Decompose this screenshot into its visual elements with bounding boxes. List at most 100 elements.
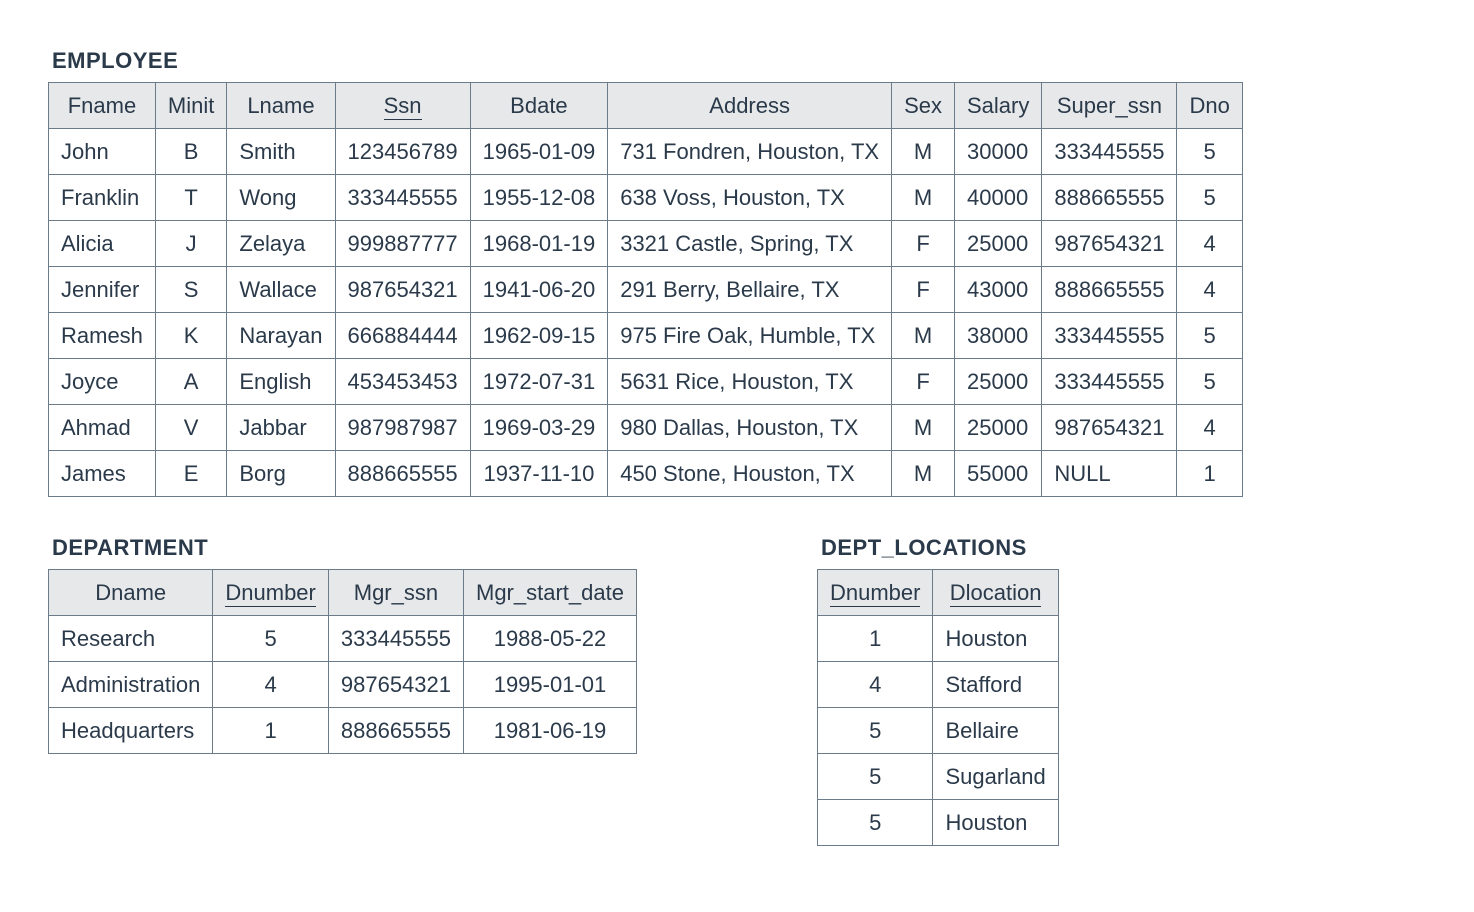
table-row: FranklinTWong3334455551955-12-08638 Voss… — [49, 175, 1243, 221]
table-cell: F — [892, 221, 955, 267]
dept-locations-header: Dlocation — [933, 570, 1058, 616]
table-cell: 1965-01-09 — [470, 129, 608, 175]
table-cell: V — [155, 405, 226, 451]
table-cell: 5631 Rice, Houston, TX — [608, 359, 892, 405]
table-cell: 5 — [1177, 359, 1242, 405]
table-cell: 1 — [817, 616, 932, 662]
table-cell: Headquarters — [49, 708, 213, 754]
table-cell: 5 — [1177, 313, 1242, 359]
table-cell: 987987987 — [335, 405, 470, 451]
table-cell: 40000 — [955, 175, 1042, 221]
table-cell: 291 Berry, Bellaire, TX — [608, 267, 892, 313]
table-cell: 987654321 — [335, 267, 470, 313]
table-row: 5Houston — [817, 800, 1058, 846]
table-row: JamesEBorg8886655551937-11-10450 Stone, … — [49, 451, 1243, 497]
table-cell: Bellaire — [933, 708, 1058, 754]
table-cell: K — [155, 313, 226, 359]
table-cell: Borg — [227, 451, 335, 497]
table-cell: A — [155, 359, 226, 405]
table-row: JenniferSWallace9876543211941-06-20291 B… — [49, 267, 1243, 313]
table-row: AliciaJZelaya9998877771968-01-193321 Cas… — [49, 221, 1243, 267]
table-cell: 980 Dallas, Houston, TX — [608, 405, 892, 451]
table-cell: Stafford — [933, 662, 1058, 708]
table-cell: Jabbar — [227, 405, 335, 451]
table-cell: M — [892, 451, 955, 497]
table-cell: 333445555 — [1042, 359, 1177, 405]
table-cell: 888665555 — [328, 708, 463, 754]
department-table: DnameDnumberMgr_ssnMgr_start_dateResearc… — [48, 569, 637, 754]
employee-table: FnameMinitLnameSsnBdateAddressSexSalaryS… — [48, 82, 1243, 497]
table-row: JohnBSmith1234567891965-01-09731 Fondren… — [49, 129, 1243, 175]
dept-locations-table: DnumberDlocation1Houston4Stafford5Bellai… — [817, 569, 1059, 846]
employee-header: Salary — [955, 83, 1042, 129]
employee-header: Fname — [49, 83, 156, 129]
table-cell: 333445555 — [335, 175, 470, 221]
table-cell: 5 — [817, 754, 932, 800]
employee-header: Super_ssn — [1042, 83, 1177, 129]
table-cell: 1969-03-29 — [470, 405, 608, 451]
department-header: Mgr_ssn — [328, 570, 463, 616]
table-cell: 1937-11-10 — [470, 451, 608, 497]
table-cell: 5 — [213, 616, 328, 662]
table-cell: J — [155, 221, 226, 267]
table-cell: Ramesh — [49, 313, 156, 359]
department-header: Mgr_start_date — [464, 570, 637, 616]
table-cell: Wong — [227, 175, 335, 221]
table-cell: F — [892, 359, 955, 405]
table-row: Administration49876543211995-01-01 — [49, 662, 637, 708]
table-cell: 4 — [1177, 405, 1242, 451]
table-row: Headquarters18886655551981-06-19 — [49, 708, 637, 754]
table-cell: 975 Fire Oak, Humble, TX — [608, 313, 892, 359]
table-row: Research53334455551988-05-22 — [49, 616, 637, 662]
table-cell: Houston — [933, 616, 1058, 662]
dept-locations-header: Dnumber — [817, 570, 932, 616]
table-cell: 1988-05-22 — [464, 616, 637, 662]
table-cell: Jennifer — [49, 267, 156, 313]
table-cell: John — [49, 129, 156, 175]
table-cell: Research — [49, 616, 213, 662]
table-row: AhmadVJabbar9879879871969-03-29980 Dalla… — [49, 405, 1243, 451]
table-cell: Alicia — [49, 221, 156, 267]
table-cell: 1972-07-31 — [470, 359, 608, 405]
table-cell: 888665555 — [335, 451, 470, 497]
table-cell: 1 — [213, 708, 328, 754]
table-cell: 731 Fondren, Houston, TX — [608, 129, 892, 175]
table-cell: 450 Stone, Houston, TX — [608, 451, 892, 497]
table-cell: 25000 — [955, 359, 1042, 405]
table-cell: English — [227, 359, 335, 405]
table-cell: 25000 — [955, 405, 1042, 451]
employee-header: Lname — [227, 83, 335, 129]
table-cell: 1955-12-08 — [470, 175, 608, 221]
table-cell: 5 — [817, 708, 932, 754]
table-cell: 123456789 — [335, 129, 470, 175]
table-cell: M — [892, 175, 955, 221]
table-cell: B — [155, 129, 226, 175]
table-cell: M — [892, 129, 955, 175]
table-cell: Joyce — [49, 359, 156, 405]
employee-header: Ssn — [335, 83, 470, 129]
table-row: RameshKNarayan6668844441962-09-15975 Fir… — [49, 313, 1243, 359]
table-cell: 4 — [1177, 221, 1242, 267]
table-cell: Ahmad — [49, 405, 156, 451]
table-cell: 333445555 — [328, 616, 463, 662]
table-cell: 1941-06-20 — [470, 267, 608, 313]
department-header: Dnumber — [213, 570, 328, 616]
employee-header: Dno — [1177, 83, 1242, 129]
table-cell: Administration — [49, 662, 213, 708]
table-cell: 4 — [817, 662, 932, 708]
employee-header: Sex — [892, 83, 955, 129]
table-cell: 1981-06-19 — [464, 708, 637, 754]
table-cell: M — [892, 405, 955, 451]
table-cell: Smith — [227, 129, 335, 175]
table-cell: Zelaya — [227, 221, 335, 267]
table-cell: 666884444 — [335, 313, 470, 359]
table-cell: 638 Voss, Houston, TX — [608, 175, 892, 221]
table-row: 5Sugarland — [817, 754, 1058, 800]
table-cell: 4 — [213, 662, 328, 708]
table-cell: 1962-09-15 — [470, 313, 608, 359]
table-cell: 5 — [1177, 129, 1242, 175]
table-cell: Franklin — [49, 175, 156, 221]
employee-header: Address — [608, 83, 892, 129]
employee-header: Bdate — [470, 83, 608, 129]
table-cell: 987654321 — [1042, 221, 1177, 267]
